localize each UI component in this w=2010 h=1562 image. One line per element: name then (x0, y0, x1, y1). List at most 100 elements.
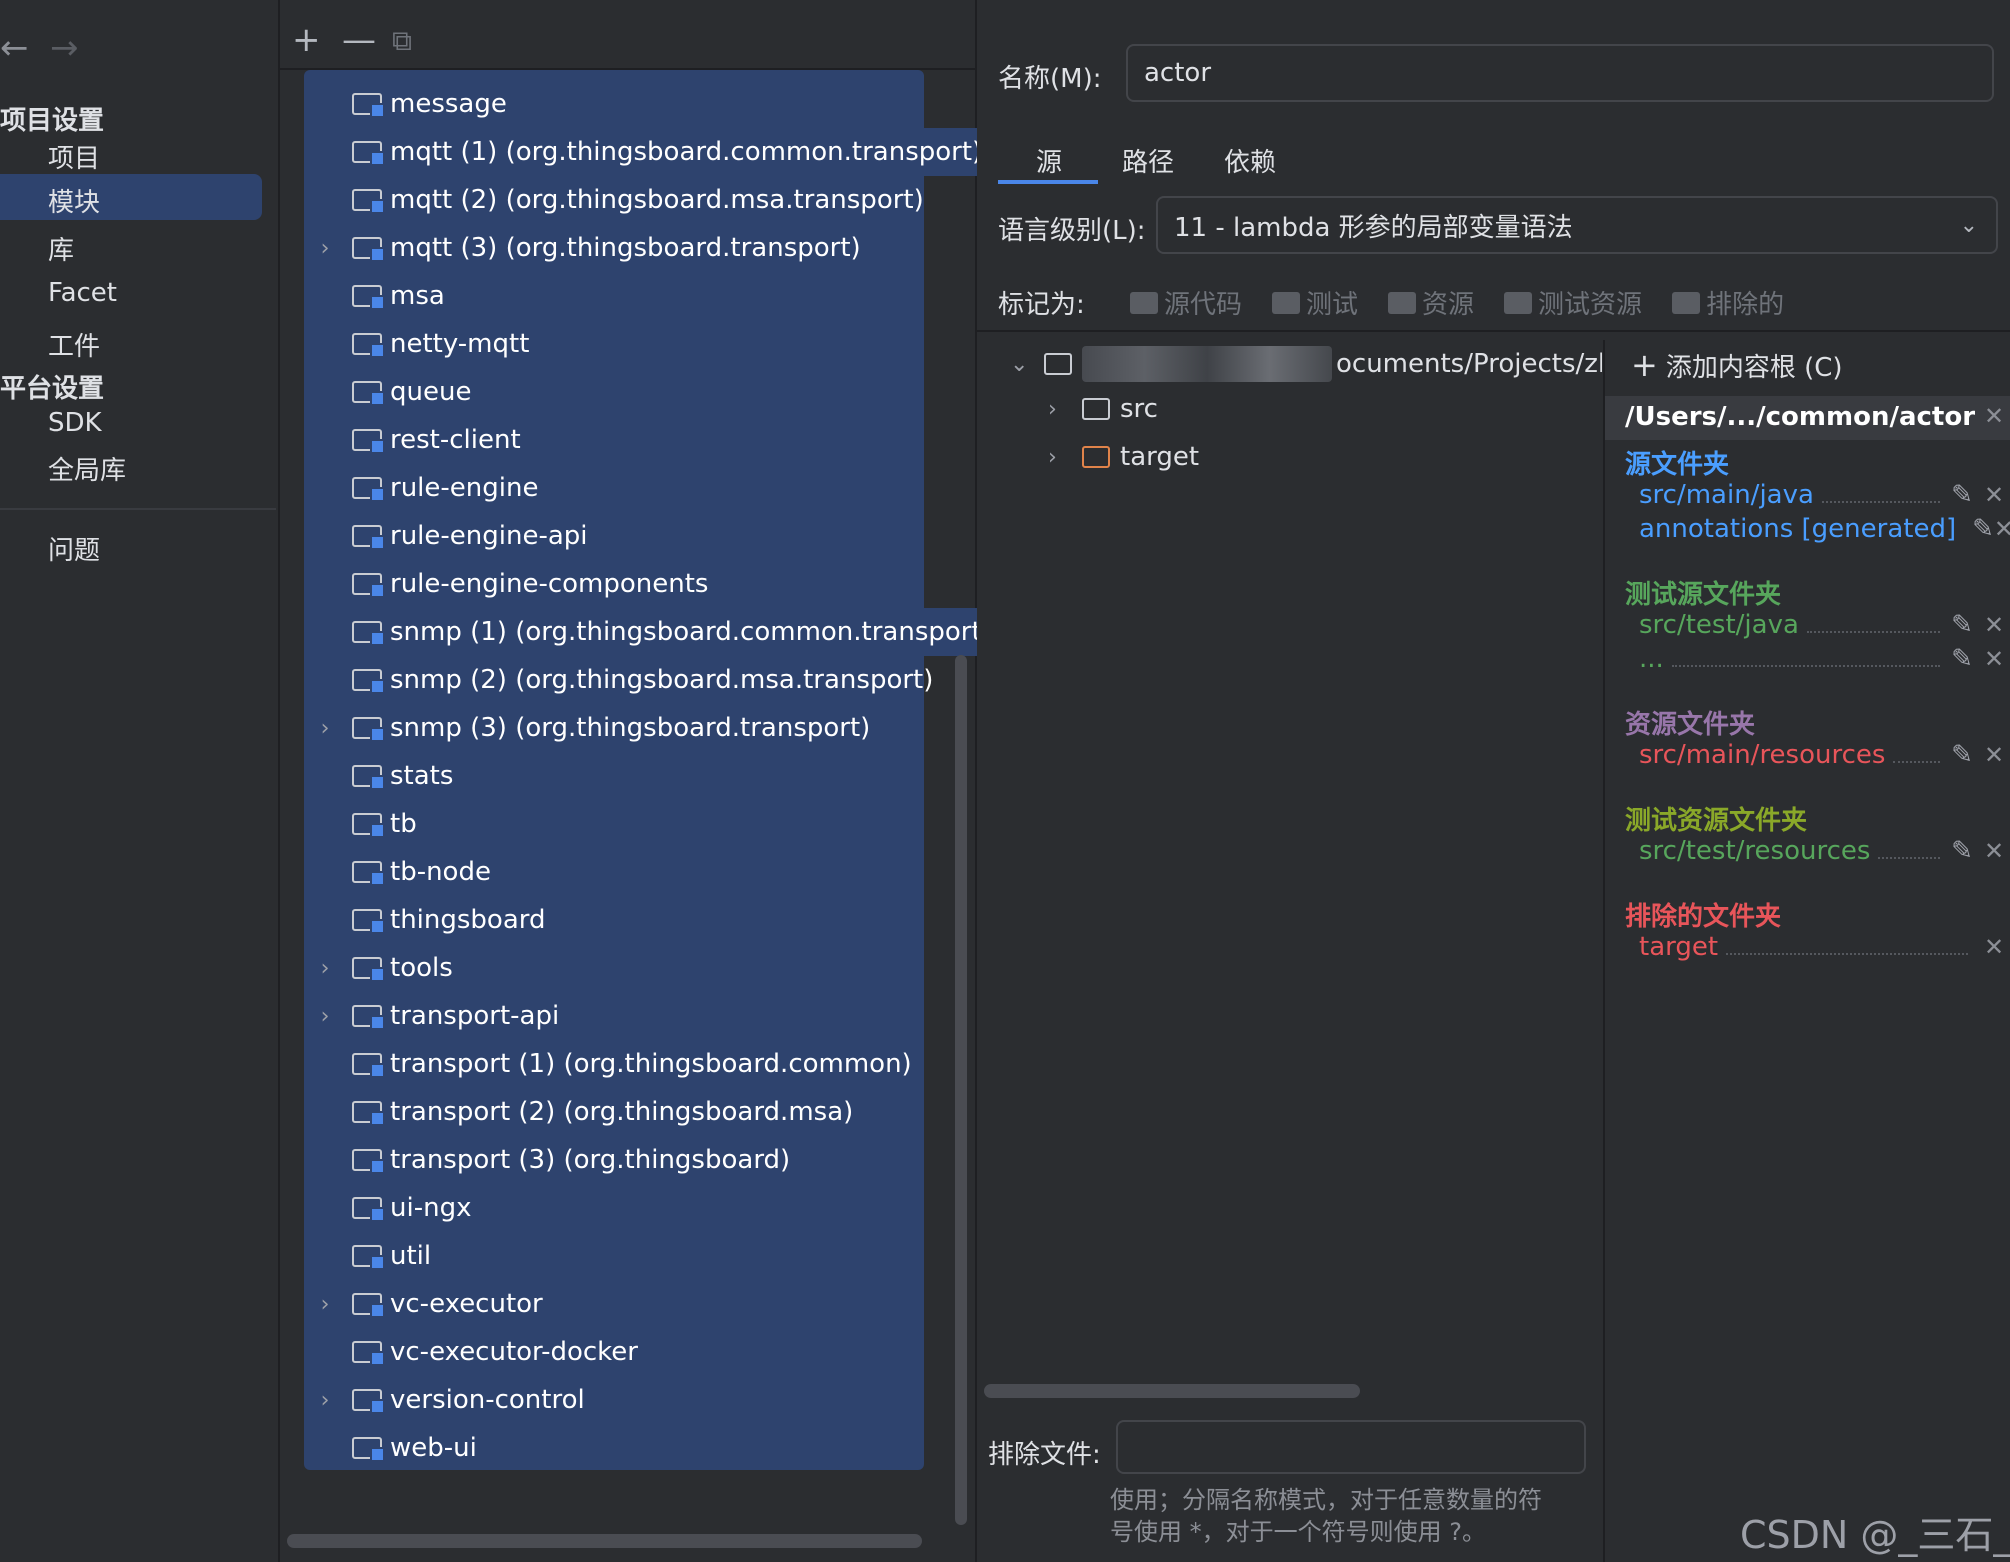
forward-arrow-icon[interactable]: → (50, 28, 79, 68)
chevron-right-icon[interactable]: › (304, 236, 346, 261)
module-list-item[interactable]: transport (3) (org.thingsboard) (304, 1136, 790, 1184)
module-list-item[interactable]: › vc-executor (304, 1280, 543, 1328)
chevron-right-icon[interactable]: › (304, 1292, 346, 1317)
module-list-item[interactable]: queue (304, 368, 471, 416)
tab-paths[interactable]: 路径 (1122, 142, 1174, 179)
module-label: snmp (2) (org.thingsboard.msa.transport) (390, 665, 934, 695)
nav-item-libraries[interactable]: 库 (48, 230, 74, 267)
module-list-item[interactable]: › snmp (3) (org.thingsboard.transport) (304, 704, 871, 752)
module-list-item[interactable]: rule-engine-components (304, 560, 708, 608)
module-folder-icon (352, 525, 385, 550)
edit-pencil-icon[interactable]: ✎ (1948, 610, 1976, 640)
nav-item-modules[interactable]: 模块 (48, 182, 100, 219)
module-list-item[interactable]: rest-client (304, 416, 521, 464)
module-list-item[interactable]: › mqtt (3) (org.thingsboard.transport) (304, 224, 861, 272)
mark-sources-button[interactable]: 源代码 (1130, 284, 1242, 321)
mark-test-resources-button[interactable]: 测试资源 (1504, 284, 1642, 321)
add-content-root-button[interactable]: + 添加内容根 (C) (1631, 346, 1843, 384)
module-label: mqtt (2) (org.thingsboard.msa.transport) (390, 185, 924, 215)
module-label: stats (390, 761, 454, 791)
edit-pencil-icon[interactable]: ✎ (1948, 836, 1976, 866)
module-list-item[interactable]: › version-control (304, 1376, 585, 1424)
nav-item-sdk[interactable]: SDK (48, 408, 102, 438)
chevron-right-icon[interactable]: › (304, 716, 346, 741)
module-list-horizontal-scrollbar[interactable] (287, 1534, 922, 1548)
remove-entry-icon[interactable]: ✕ (1976, 481, 2010, 509)
content-root-header: /Users/.../common/actor ✕ (1605, 396, 2010, 440)
language-level-value: 11 - lambda 形参的局部变量语法 (1174, 212, 1573, 243)
remove-content-root-icon[interactable]: ✕ (1976, 402, 2010, 430)
mark-excluded-button[interactable]: 排除的 (1672, 284, 1784, 321)
nav-item-artifacts[interactable]: 工件 (48, 326, 100, 363)
folder-icon (1044, 353, 1072, 375)
nav-item-global-libraries[interactable]: 全局库 (48, 450, 126, 487)
module-list-item[interactable]: snmp (2) (org.thingsboard.msa.transport) (304, 656, 933, 704)
module-list-item[interactable]: tb-node (304, 848, 491, 896)
content-tree-horizontal-scrollbar[interactable] (984, 1384, 1360, 1398)
module-folder-icon (352, 1197, 385, 1222)
module-label: web-ui (390, 1433, 477, 1463)
module-label: rule-engine-components (390, 569, 709, 599)
tab-sources[interactable]: 源 (1036, 142, 1062, 179)
mark-as-label: 标记为: (998, 290, 1085, 320)
module-list-item[interactable]: msa (304, 272, 445, 320)
module-list-item[interactable]: message (304, 80, 507, 128)
mark-resources-button[interactable]: 资源 (1388, 284, 1474, 321)
module-list-item[interactable]: netty-mqtt (304, 320, 529, 368)
module-list-item[interactable]: tb (304, 800, 417, 848)
nav-item-facets[interactable]: Facet (48, 278, 117, 308)
tab-dependencies[interactable]: 依赖 (1224, 142, 1276, 179)
name-label: 名称(M): (998, 64, 1102, 94)
remove-entry-icon[interactable]: ✕ (1976, 837, 2010, 865)
module-list-item[interactable]: web-ui (304, 1424, 477, 1472)
module-list-item[interactable]: util (304, 1232, 431, 1280)
module-list-item[interactable]: transport (1) (org.thingsboard.common) (304, 1040, 912, 1088)
module-list-vertical-scrollbar[interactable] (955, 655, 967, 1525)
add-icon[interactable]: + (292, 20, 321, 60)
module-list-item[interactable]: vc-executor-docker (304, 1328, 638, 1376)
edit-pencil-icon[interactable]: ✎ (1972, 514, 1994, 544)
copy-icon[interactable]: ⧉ (392, 24, 412, 58)
module-list-item[interactable]: › transport-api (304, 992, 560, 1040)
content-root-panel: + 添加内容根 (C) /Users/.../common/actor ✕ 源文… (1603, 340, 2010, 1562)
watermark: CSDN @_三石_ (1740, 1513, 2010, 1557)
nav-item-problems[interactable]: 问题 (48, 530, 100, 567)
chevron-right-icon[interactable]: › (304, 956, 346, 981)
module-folder-icon (352, 1245, 385, 1270)
folder-entry: src/main/resources ✎ ✕ (1639, 740, 2010, 770)
remove-entry-icon[interactable]: ✕ (1976, 611, 2010, 639)
module-list-item[interactable]: stats (304, 752, 453, 800)
chevron-right-icon[interactable]: › (304, 1004, 346, 1029)
module-list-item[interactable]: snmp (1) (org.thingsboard.common.transpo… (304, 608, 1004, 656)
remove-entry-icon[interactable]: ✕ (1976, 741, 2010, 769)
folder-entry-path: annotations [generated] (1639, 514, 1957, 544)
back-arrow-icon[interactable]: ← (0, 28, 29, 68)
module-label: message (390, 89, 507, 119)
mark-tests-button[interactable]: 测试 (1272, 284, 1358, 321)
module-list-item[interactable]: thingsboard (304, 896, 546, 944)
edit-pencil-icon[interactable]: ✎ (1948, 480, 1976, 510)
folder-category-title: 排除的文件夹 (1625, 902, 1782, 932)
chevron-right-icon[interactable]: › (304, 1388, 346, 1413)
remove-entry-icon[interactable]: ✕ (1976, 645, 2010, 673)
tree-item-src[interactable]: › src (1048, 394, 1158, 424)
edit-pencil-icon[interactable]: ✎ (1948, 644, 1976, 674)
module-folder-icon (352, 1341, 385, 1366)
module-list-item[interactable]: transport (2) (org.thingsboard.msa) (304, 1088, 853, 1136)
nav-item-project[interactable]: 项目 (48, 138, 100, 175)
module-list-item[interactable]: mqtt (2) (org.thingsboard.msa.transport) (304, 176, 924, 224)
remove-entry-icon[interactable]: ✕ (1976, 933, 2010, 961)
module-list-item[interactable]: rule-engine (304, 464, 538, 512)
module-list-item[interactable]: › tools (304, 944, 453, 992)
remove-entry-icon[interactable]: ✕ (1994, 515, 2010, 543)
exclude-files-input[interactable] (1116, 1420, 1586, 1474)
language-level-select[interactable]: 11 - lambda 形参的局部变量语法 ⌄ (1156, 196, 1998, 254)
module-list-item[interactable]: ui-ngx (304, 1184, 471, 1232)
tree-root-row[interactable]: ⌄ ocuments/Projects/zlwv (1010, 346, 1602, 382)
edit-pencil-icon[interactable]: ✎ (1948, 740, 1976, 770)
remove-icon[interactable]: — (342, 20, 376, 60)
module-name-input[interactable]: actor (1126, 44, 1994, 102)
module-list-item[interactable]: rule-engine-api (304, 512, 588, 560)
tree-item-target[interactable]: › target (1048, 442, 1199, 472)
module-list-item[interactable]: mqtt (1) (org.thingsboard.common.transpo… (304, 128, 995, 176)
